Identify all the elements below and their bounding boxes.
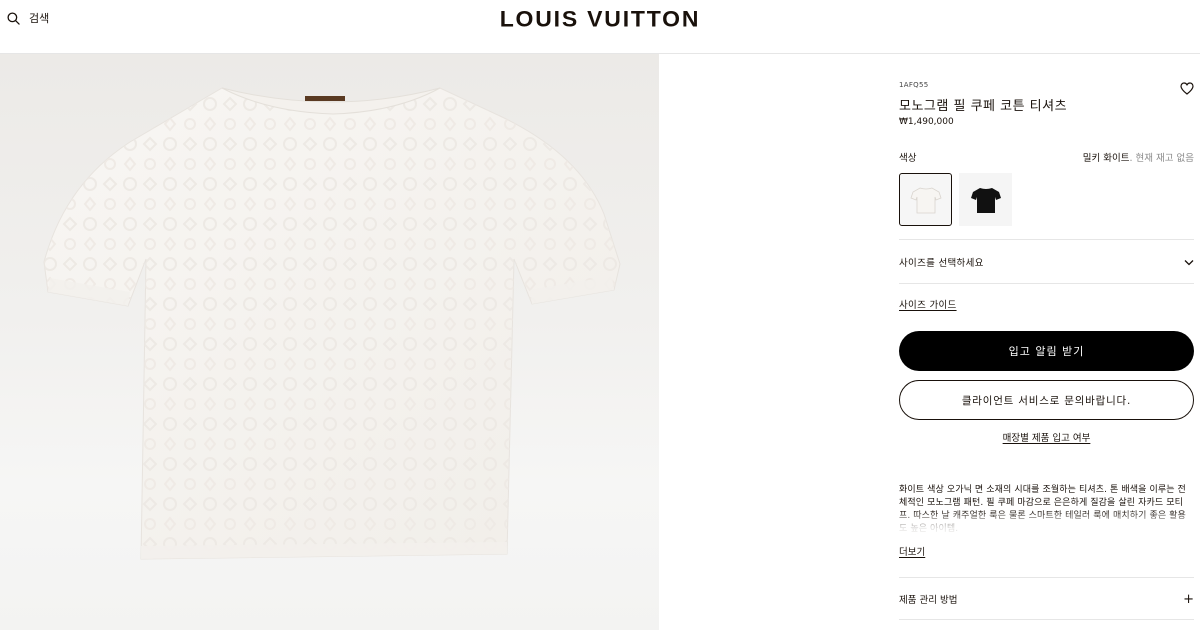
brand-wordmark: LOUIS VUITTON — [499, 6, 701, 32]
color-swatch-white[interactable] — [899, 173, 952, 226]
brand-logo[interactable]: LOUIS VUITTON — [0, 7, 1200, 33]
white-tshirt-thumbnail — [910, 187, 941, 213]
color-value: 밀키 화이트. 현재 재고 없음 — [1083, 150, 1194, 164]
site-header: 검색 LOUIS VUITTON — [0, 0, 1200, 54]
divider — [899, 283, 1194, 284]
size-select-label: 사이즈를 선택하세요 — [899, 258, 984, 269]
product-title: 모노그램 필 쿠페 코튼 티셔츠 — [899, 99, 1068, 114]
heart-icon — [1180, 82, 1194, 95]
client-service-button[interactable]: 클라이언트 서비스로 문의바랍니다. — [899, 380, 1194, 420]
care-label: 제품 관리 방법 — [899, 595, 958, 606]
color-swatch-black[interactable] — [959, 173, 1012, 226]
store-availability-link[interactable]: 매장별 제품 입고 여부 — [899, 430, 1194, 444]
chevron-down-icon — [1184, 259, 1194, 265]
size-guide-link[interactable]: 사이즈 가이드 — [899, 297, 957, 311]
black-tshirt-thumbnail — [970, 187, 1001, 213]
read-more-link[interactable]: 더보기 — [899, 544, 925, 558]
tshirt-image — [43, 87, 621, 560]
wishlist-button[interactable] — [1180, 80, 1194, 99]
product-sku: 1AFQ55 — [899, 81, 929, 89]
product-info-panel: 1AFQ55 모노그램 필 쿠페 코튼 티셔츠 ₩1,490,000 색상 밀키… — [899, 54, 1194, 630]
restock-alert-button[interactable]: 입고 알림 받기 — [899, 331, 1194, 371]
color-label: 색상 — [899, 153, 917, 164]
plus-icon: + — [1183, 591, 1194, 607]
care-instructions-toggle[interactable]: 제품 관리 방법 + — [899, 578, 1194, 620]
store-availability-label: 매장별 제품 입고 여부 — [1002, 433, 1091, 444]
size-selector[interactable]: 사이즈를 선택하세요 — [899, 240, 1194, 284]
product-image[interactable] — [0, 54, 659, 630]
color-name: 밀키 화이트 — [1082, 153, 1130, 164]
stock-status: . 현재 재고 없음 — [1129, 153, 1194, 164]
description-fade — [899, 510, 1194, 540]
divider — [899, 619, 1194, 620]
product-price: ₩1,490,000 — [899, 117, 954, 127]
